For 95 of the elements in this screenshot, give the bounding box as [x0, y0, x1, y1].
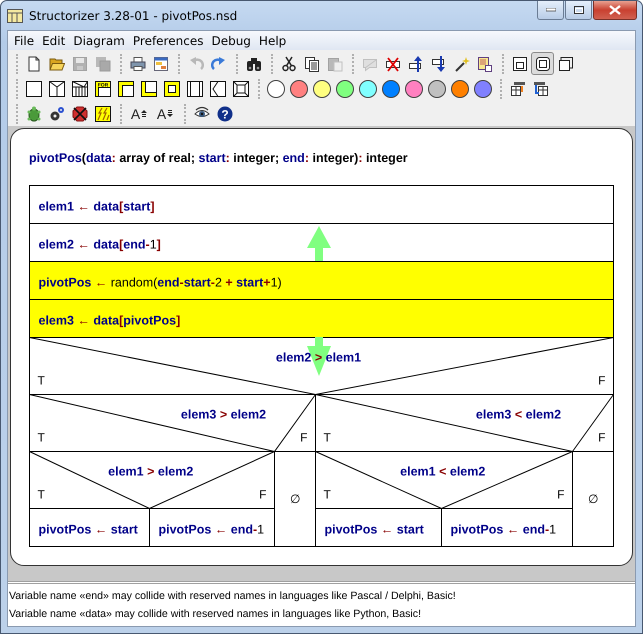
condition-text: elem3 < elem2 — [476, 408, 562, 422]
case-block-icon — [72, 80, 88, 96]
paste-icon — [326, 56, 342, 72]
floppy-disks-icon — [94, 56, 110, 72]
menu-item[interactable]: Edit — [38, 34, 70, 48]
frame-icon — [512, 56, 528, 72]
branch-label: F — [300, 430, 308, 444]
import-icon — [510, 80, 526, 96]
decision-header[interactable] — [315, 394, 614, 452]
undo-icon — [188, 56, 204, 72]
branch-label: F — [259, 488, 266, 502]
instruction-block[interactable] — [29, 299, 614, 338]
minimize-button[interactable] — [537, 1, 564, 20]
condition-text: elem1 < elem2 — [400, 464, 486, 478]
instruction-text: elem1 ← data[start] — [38, 200, 155, 214]
empty-branch-block[interactable] — [572, 451, 614, 547]
stop-sign-icon — [72, 106, 88, 122]
turtle-icon — [26, 106, 42, 122]
move-up-icon — [408, 56, 424, 72]
if-block-icon — [48, 80, 64, 96]
instruction-text: pivotPos ← start — [324, 522, 424, 536]
branch-label: T — [38, 488, 45, 502]
minimize-icon — [546, 8, 556, 12]
instruction-block[interactable] — [29, 223, 614, 262]
folder-icon — [48, 56, 64, 72]
menu-item[interactable]: File — [10, 34, 38, 48]
window-title: Structorizer 3.28-01 - pivotPos.nsd — [29, 8, 238, 22]
font-size-button[interactable]: A — [126, 102, 152, 125]
maximize-icon — [574, 6, 584, 14]
call-block-icon — [186, 80, 202, 96]
empty-mark: ∅ — [290, 492, 300, 506]
font-size-button[interactable]: A — [152, 102, 178, 125]
arrow-up-icon — [141, 110, 148, 117]
gears-icon — [48, 106, 64, 122]
while-loop-icon — [118, 80, 134, 96]
arrow-down-icon — [167, 110, 174, 117]
instruction-block-icon — [26, 80, 42, 96]
instruction-block[interactable] — [29, 261, 614, 300]
condition-text: elem3 > elem2 — [180, 408, 266, 422]
delete-icon — [384, 56, 400, 72]
menu-item[interactable]: Preferences — [128, 34, 208, 48]
new-file-icon — [26, 56, 42, 72]
frame-icon — [534, 56, 550, 72]
branch-label: F — [557, 488, 564, 502]
diagram-header: pivotPos(data: array of real; start: integer; end: integer): integer — [29, 151, 409, 167]
frame-icon — [558, 56, 574, 72]
toolbar-button[interactable]: ? — [213, 102, 236, 125]
scissors-icon — [280, 56, 296, 72]
close-icon — [609, 5, 621, 15]
printer-icon — [130, 56, 146, 72]
menu-item[interactable]: Debug — [207, 34, 255, 48]
branch-label: T — [324, 430, 331, 444]
branch-label: F — [598, 430, 606, 444]
decision-header[interactable] — [29, 394, 316, 452]
decision-header[interactable] — [315, 451, 573, 510]
magic-wand-icon — [454, 56, 470, 72]
lightning-block-icon — [94, 106, 110, 122]
menu-item[interactable]: Diagram — [69, 34, 129, 48]
export-icon — [532, 80, 548, 96]
help-icon: ? — [216, 106, 232, 122]
instruction-text: elem2 ← data[end-1] — [38, 238, 161, 252]
redo-icon — [210, 56, 226, 72]
branch-label: T — [324, 488, 331, 502]
empty-mark: ∅ — [588, 492, 598, 506]
binoculars-icon — [246, 56, 262, 72]
instruction-text: pivotPos ← end-1 — [450, 522, 556, 536]
message-text: Variable name «end» may collide with reserved names in languages like Pascal / Delphi, Basic! — [9, 589, 457, 604]
toolbar-button[interactable] — [531, 52, 554, 75]
parallel-block-icon — [232, 80, 248, 96]
decision-header[interactable] — [29, 451, 275, 510]
close-button[interactable] — [593, 1, 637, 20]
repeat-loop-icon — [140, 80, 156, 96]
jump-block-icon — [210, 80, 226, 96]
branch-label: T — [38, 374, 45, 388]
condition-text: elem2 > elem1 — [276, 350, 362, 364]
copy-icon — [304, 56, 320, 72]
move-down-icon — [430, 56, 446, 72]
instruction-text: pivotPos ← random(end-start-2 + start+1) — [38, 276, 282, 290]
app-icon — [7, 8, 23, 24]
message-text: Variable name «data» may collide with reserved names in languages like Python, Basic! — [9, 607, 422, 622]
instruction-block[interactable] — [29, 185, 614, 224]
document-icon — [476, 56, 492, 72]
up-arrow-icon — [307, 226, 331, 261]
decision-header[interactable] — [29, 337, 614, 395]
branch-label: T — [38, 430, 45, 444]
instruction-text: pivotPos ← start — [38, 522, 138, 536]
branch-label: F — [598, 374, 606, 388]
forever-loop-icon — [164, 80, 180, 96]
instruction-block[interactable] — [29, 508, 150, 547]
picture-icon — [152, 56, 168, 72]
maximize-button[interactable] — [565, 1, 592, 20]
menu-item[interactable]: Help — [254, 34, 290, 48]
instruction-text: pivotPos ← end-1 — [158, 522, 264, 536]
instruction-text: elem3 ← data[pivotPos] — [38, 314, 180, 328]
condition-text: elem1 > elem2 — [108, 464, 194, 478]
